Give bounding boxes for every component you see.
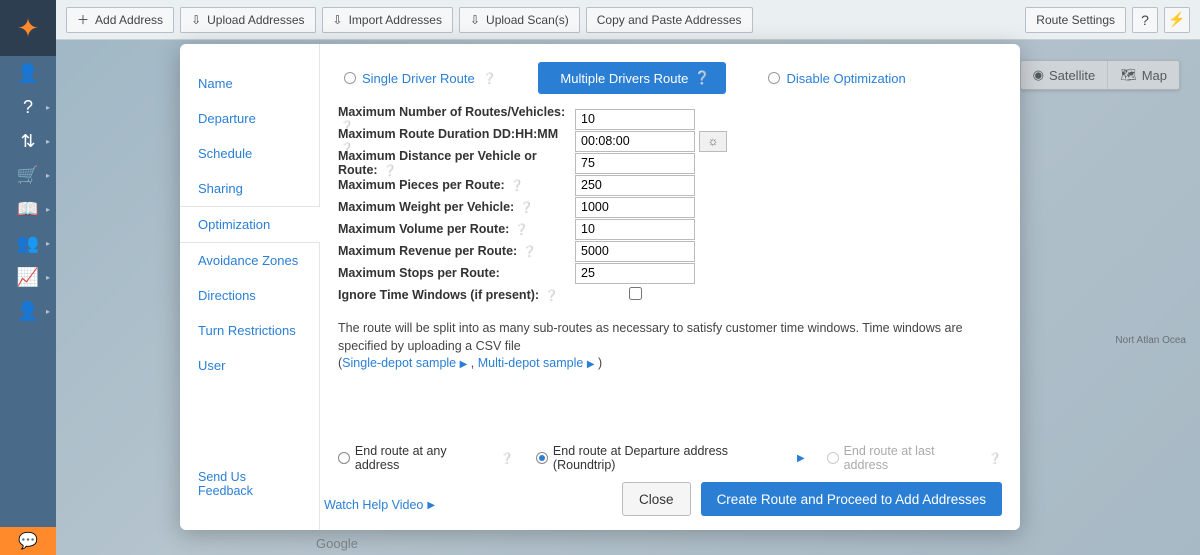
disable-optimization-option[interactable]: Disable Optimization [768,71,905,86]
end-route-options: End route at any address❔ End route at D… [338,444,1002,472]
help-icon: ❔ [988,452,1002,465]
app-sidebar: ✦ 👤 ?▸ ⇅▸ 🛒▸ 📖▸ 👥▸ 📈▸ 👤▸ 💬 [0,0,56,555]
max-revenue-input[interactable] [575,241,695,262]
modal-button-row: Close Create Route and Proceed to Add Ad… [622,482,1002,516]
route-settings-modal: Name Departure Schedule Sharing Optimiza… [180,44,1020,530]
multi-depot-sample-link[interactable]: Multi-depot sample ▶ [478,356,595,370]
max-routes-input[interactable] [575,109,695,130]
watch-help-video-link[interactable]: Watch Help Video ▶ [324,498,435,512]
end-roundtrip-option[interactable]: End route at Departure address (Roundtri… [536,444,805,472]
ignore-time-windows-checkbox[interactable] [629,287,642,300]
nav-analytics-icon[interactable]: 📈▸ [0,260,56,294]
support-button[interactable]: 💬 [0,527,56,555]
nav-add-user-icon[interactable]: 👤 [0,56,56,90]
tab-user[interactable]: User [180,348,319,383]
help-icon[interactable]: ❔ [523,246,537,258]
toolbar-bolt-icon[interactable]: ⚡ [1164,7,1190,33]
nav-settings-user-icon[interactable]: 👤▸ [0,294,56,328]
help-icon[interactable]: ❔ [500,452,514,465]
single-depot-sample-link[interactable]: Single-depot sample ▶ [342,356,467,370]
modal-main: Single Driver Route❔ Multiple Drivers Ro… [320,44,1020,530]
tab-departure[interactable]: Departure [180,101,319,136]
close-button[interactable]: Close [622,482,691,516]
route-type-selector: Single Driver Route❔ Multiple Drivers Ro… [338,62,1002,94]
end-last-address-option: End route at last address❔ [827,444,1002,472]
multiple-drivers-option[interactable]: Multiple Drivers Route❔ [538,62,726,94]
help-icon[interactable]: ❔ [515,224,529,236]
single-driver-option[interactable]: Single Driver Route❔ [344,71,496,86]
nav-cart-icon[interactable]: 🛒▸ [0,158,56,192]
nav-routes-icon[interactable]: ⇅▸ [0,124,56,158]
nav-help-icon[interactable]: ?▸ [0,90,56,124]
tab-schedule[interactable]: Schedule [180,136,319,171]
video-icon[interactable]: ▶ [797,453,805,464]
max-weight-input[interactable] [575,197,695,218]
add-address-button[interactable]: ＋ Add Address [66,7,174,33]
max-volume-input[interactable] [575,219,695,240]
tab-optimization[interactable]: Optimization [180,206,319,243]
help-icon[interactable]: ❔ [545,290,559,302]
top-toolbar: ＋ Add Address ⇩ Upload Addresses ⇩ Impor… [56,0,1200,40]
nav-addressbook-icon[interactable]: 📖▸ [0,192,56,226]
tab-name[interactable]: Name [180,66,319,101]
max-stops-input[interactable] [575,263,695,284]
help-icon[interactable]: ❔ [383,165,397,177]
end-any-address-option[interactable]: End route at any address❔ [338,444,514,472]
max-distance-input[interactable] [575,153,695,174]
nav-team-icon[interactable]: 👥▸ [0,226,56,260]
modal-side-tabs: Name Departure Schedule Sharing Optimiza… [180,44,320,530]
upload-scans-button[interactable]: ⇩ Upload Scan(s) [459,7,580,33]
tab-sharing[interactable]: Sharing [180,171,319,206]
duration-picker-icon[interactable]: ☼ [699,131,727,152]
help-icon[interactable]: ❔ [510,180,524,192]
max-duration-input[interactable] [575,131,695,152]
max-pieces-input[interactable] [575,175,695,196]
send-feedback-link[interactable]: Send Us Feedback [198,470,253,498]
help-icon[interactable]: ❔ [520,202,534,214]
tab-directions[interactable]: Directions [180,278,319,313]
tab-avoidance-zones[interactable]: Avoidance Zones [180,243,319,278]
time-window-note: The route will be split into as many sub… [338,320,1002,373]
create-route-button[interactable]: Create Route and Proceed to Add Addresse… [701,482,1002,516]
help-icon[interactable]: ❔ [483,72,497,85]
optimization-form: Maximum Number of Routes/Vehicles: ❔ Max… [338,108,1002,306]
tab-turn-restrictions[interactable]: Turn Restrictions [180,313,319,348]
upload-addresses-button[interactable]: ⇩ Upload Addresses [180,7,315,33]
copy-paste-button[interactable]: Copy and Paste Addresses [586,7,753,33]
import-addresses-button[interactable]: ⇩ Import Addresses [322,7,453,33]
route-settings-button[interactable]: Route Settings [1025,7,1126,33]
app-logo[interactable]: ✦ [0,0,56,56]
toolbar-help-icon[interactable]: ? [1132,7,1158,33]
